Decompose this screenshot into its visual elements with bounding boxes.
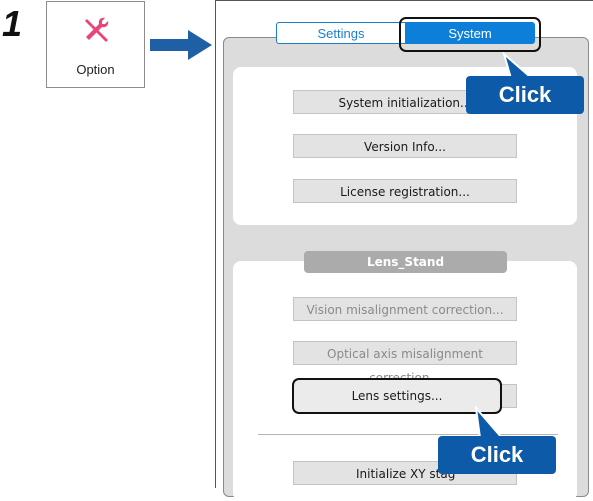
- step-number: 1: [2, 3, 23, 44]
- version-info-button[interactable]: Version Info...: [293, 134, 517, 158]
- tab-system-highlight: [399, 17, 541, 52]
- divider: [258, 434, 558, 435]
- callout-tail: [474, 406, 505, 439]
- vision-misalignment-correction-button[interactable]: Vision misalignment correction...: [293, 297, 517, 321]
- optical-axis-misalignment-correction-button[interactable]: Optical axis misalignment correction...: [293, 341, 517, 385]
- tab-settings[interactable]: Settings: [276, 22, 405, 44]
- click-callout-lens-settings: Click: [438, 436, 556, 474]
- click-callout-system-tab: Click: [466, 76, 584, 114]
- lens-stand-header: Lens_Stand: [304, 251, 507, 273]
- lens-settings-label: Lens settings...: [351, 389, 443, 403]
- option-button[interactable]: Option: [46, 1, 145, 88]
- option-button-label: Option: [76, 62, 115, 77]
- license-registration-button[interactable]: License registration...: [293, 179, 517, 203]
- right-arrow-icon: [150, 30, 212, 60]
- lens-settings-button[interactable]: Lens settings...: [292, 378, 502, 414]
- wrench-screwdriver-icon: [85, 17, 109, 42]
